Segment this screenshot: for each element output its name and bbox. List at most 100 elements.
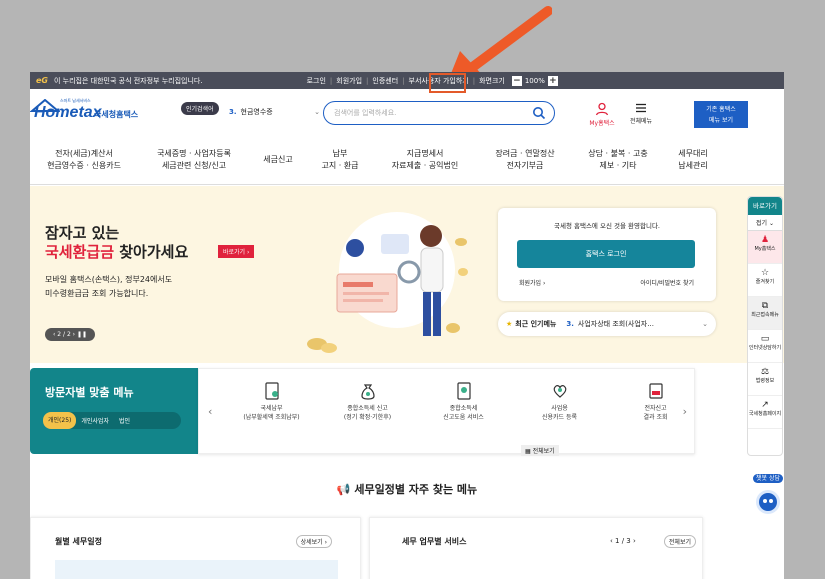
star-icon: ★ bbox=[506, 320, 513, 328]
nav-line: 현금영수증 · 신용카드 bbox=[47, 161, 121, 170]
visit-item-line: 종합소득세 bbox=[449, 405, 478, 412]
tab-individual-business[interactable]: 개인사업자 bbox=[76, 416, 114, 425]
recent-icon: ⧉ bbox=[761, 301, 769, 311]
visit-item-line: (정기 확정·기한후) bbox=[343, 414, 392, 421]
main-navigation: 전자(세금)계산서 현금영수증 · 신용카드 국세증명 · 사업자등록 세금관련 신… bbox=[30, 137, 784, 185]
search-input[interactable]: 검색어를 입력하세요. bbox=[323, 101, 555, 125]
quick-menu-title: 바로가기 bbox=[748, 197, 782, 215]
visitor-menu: 방문자별 맞춤 메뉴 개인(25) 개인사업자 법인 ‹ 국세납부 (납부할세액 … bbox=[30, 368, 695, 456]
visit-item-income-tax-help[interactable]: 종합소득세신고도움 서비스 bbox=[416, 382, 511, 422]
signup-link-top[interactable]: 회원가입 bbox=[336, 76, 362, 86]
find-id-password-link[interactable]: 아이디/비밀번호 찾기 bbox=[640, 278, 694, 287]
my-hometax-button[interactable]: My홈택스 bbox=[582, 102, 622, 127]
popular-menu-item: 사업자상태 조회(사업자... bbox=[577, 320, 654, 328]
hero-title-line1: 잠자고 있는 bbox=[45, 224, 120, 242]
quick-favorites[interactable]: ☆ 즐겨찾기 bbox=[748, 264, 782, 297]
visit-item-e-filing-result[interactable]: 전자신고 결과 조회 bbox=[608, 382, 703, 422]
visit-item-line: 신용카드 등록 bbox=[541, 414, 578, 421]
quick-recent-menu[interactable]: ⧉ 최근접속메뉴 bbox=[748, 297, 782, 330]
all-menu-label: 전체메뉴 bbox=[629, 118, 653, 125]
visit-item-line: 종합소득세 신고 bbox=[347, 405, 388, 412]
old-menu-button[interactable]: 기존 홈택스 메뉴 보기 bbox=[694, 101, 748, 128]
nav-line: 상담 · 불복 · 고충 bbox=[588, 149, 648, 158]
visit-item-line: 신고도움 서비스 bbox=[443, 414, 484, 421]
popular-menu-bar[interactable]: ★ 최근 인기메뉴 3. 사업자상태 조회(사업자... ⌄ bbox=[498, 312, 716, 336]
schedule-title-text: 세무일정별 자주 찾는 메뉴 bbox=[354, 483, 478, 496]
old-menu-line2: 메뉴 보기 bbox=[709, 117, 733, 124]
zoom-value: 100% bbox=[524, 76, 545, 85]
user-icon bbox=[595, 102, 609, 116]
visit-item-business-card[interactable]: 사업용 신용카드 등록 bbox=[512, 382, 607, 422]
popular-term: 현금영수증 bbox=[240, 108, 273, 116]
quick-law-info[interactable]: ⚖ 법령정보 bbox=[748, 363, 782, 396]
nav-line: 국세증명 · 사업자등록 bbox=[157, 149, 231, 158]
all-menu-button[interactable]: 전체메뉴 bbox=[624, 102, 658, 125]
tab-individual[interactable]: 개인(25) bbox=[43, 412, 77, 429]
quick-nts-homepage[interactable]: ↗ 국세청홈페이지 bbox=[748, 396, 782, 429]
service-view-all-button[interactable]: 전체보기 bbox=[663, 535, 696, 548]
nav-line: 고지 · 환급 bbox=[321, 161, 359, 170]
search-icon[interactable] bbox=[532, 106, 546, 120]
megaphone-icon: 📢 bbox=[336, 483, 355, 496]
heart-hand-icon bbox=[553, 385, 566, 398]
logo-text: Hometax bbox=[34, 104, 102, 121]
hero-banner: 잠자고 있는 국세환급금 찾아가세요 바로가기 › 모바일 홈택스(손택스), … bbox=[30, 186, 784, 363]
nav-tax-agent[interactable]: 세무대리 납세관리 bbox=[663, 148, 723, 172]
visit-item-tax-payment[interactable]: 국세납부 (납부할세액 조회납부) bbox=[224, 382, 319, 422]
user-icon: ♟ bbox=[760, 235, 770, 245]
nav-payment[interactable]: 납부 고지 · 환급 bbox=[314, 148, 366, 172]
nav-certificate[interactable]: 국세증명 · 사업자등록 세금관련 신청/신고 bbox=[144, 148, 244, 172]
nav-line: 제보 · 기타 bbox=[599, 161, 637, 170]
tab-corporation[interactable]: 법인 bbox=[114, 416, 135, 425]
old-menu-line1: 기존 홈택스 bbox=[706, 106, 736, 113]
quick-my-hometax[interactable]: ♟ My홈택스 bbox=[748, 231, 782, 264]
hero-desc-line: 미수령환급금 조회 가능합니다. bbox=[45, 289, 149, 298]
hometax-logo[interactable]: 스마트 납세서비스 Hometax 국세청홈택스 bbox=[30, 98, 155, 125]
hero-illustration bbox=[307, 212, 468, 353]
divider: | bbox=[402, 76, 405, 85]
schedule-detail-button[interactable]: 상세보기 › bbox=[295, 535, 332, 548]
visitor-tabs: 개인(25) 개인사업자 법인 bbox=[43, 412, 181, 429]
nav-payment-statement[interactable]: 지급명세서자료제출 · 공익법인 bbox=[380, 148, 470, 172]
popular-menu-title: 최근 인기메뉴 bbox=[515, 320, 557, 328]
document-help-icon bbox=[456, 382, 471, 400]
divider: | bbox=[472, 76, 476, 85]
quick-online-consult[interactable]: ▭ 인터넷상담하기 bbox=[748, 330, 782, 363]
nav-tax-report[interactable]: 세금신고 bbox=[252, 154, 304, 166]
chevron-down-icon: ⌄ bbox=[314, 108, 320, 116]
nav-line: 장려금 · 연말정산 bbox=[495, 149, 555, 158]
search-placeholder: 검색어를 입력하세요. bbox=[334, 109, 397, 117]
hero-pager[interactable]: ‹ 2 / 2 › ❚❚ bbox=[45, 328, 96, 341]
popular-rank: 3. bbox=[229, 108, 237, 116]
chevron-right-icon[interactable]: › bbox=[683, 405, 687, 418]
nav-e-invoice[interactable]: 전자(세금)계산서 현금영수증 · 신용카드 bbox=[34, 148, 134, 172]
hero-go-button[interactable]: 바로가기 › bbox=[218, 245, 255, 258]
popular-search-select[interactable]: 3. 현금영수증 ⌄ bbox=[229, 107, 320, 117]
quick-menu-collapse[interactable]: 접기 ⌄ bbox=[748, 215, 782, 231]
login-link[interactable]: 로그인 bbox=[307, 76, 326, 86]
nav-line: 지급명세서 bbox=[406, 149, 444, 158]
zoom-in-button[interactable]: + bbox=[547, 75, 558, 86]
chatbot-button[interactable]: 챗봇 상담 bbox=[753, 465, 783, 515]
visit-item-income-tax-report[interactable]: 종합소득세 신고 (정기 확정·기한후) bbox=[320, 382, 415, 422]
signup-link[interactable]: 회원가입 › bbox=[519, 278, 545, 287]
visitor-menu-panel: 방문자별 맞춤 메뉴 개인(25) 개인사업자 법인 bbox=[30, 368, 198, 454]
service-pager[interactable]: ‹ 1 / 3 › bbox=[610, 537, 636, 545]
cert-center-link[interactable]: 인증센터 bbox=[372, 76, 398, 86]
hero-title-line2: 국세환급금 찾아가세요 bbox=[45, 241, 188, 262]
quick-label: 법령정보 bbox=[755, 378, 775, 384]
zoom-out-button[interactable]: − bbox=[511, 75, 522, 86]
hometax-login-button[interactable]: 홈택스 로그인 bbox=[517, 240, 695, 268]
chevron-down-icon: ⌄ bbox=[702, 320, 708, 328]
visit-view-all-button[interactable]: ▦ 전체보기 bbox=[521, 445, 559, 456]
visit-item-line: 전자신고 bbox=[644, 405, 667, 412]
chatbot-mascot-icon bbox=[756, 490, 780, 514]
chevron-left-icon[interactable]: ‹ bbox=[208, 405, 212, 418]
nav-consult[interactable]: 상담 · 불복 · 고충제보 · 기타 bbox=[577, 148, 659, 172]
monthly-schedule-card: 월별 세무일정 상세보기 › bbox=[30, 517, 361, 579]
nav-line: 자료제출 · 공익법인 bbox=[391, 161, 459, 170]
quick-label: 국세청홈페이지 bbox=[748, 411, 782, 417]
service-by-task-card: 세무 업무별 서비스 ‹ 1 / 3 › 전체보기 bbox=[369, 517, 703, 579]
nav-incentive[interactable]: 장려금 · 연말정산 전자기부금 bbox=[480, 148, 570, 172]
nav-line: 납세관리 bbox=[678, 161, 708, 170]
